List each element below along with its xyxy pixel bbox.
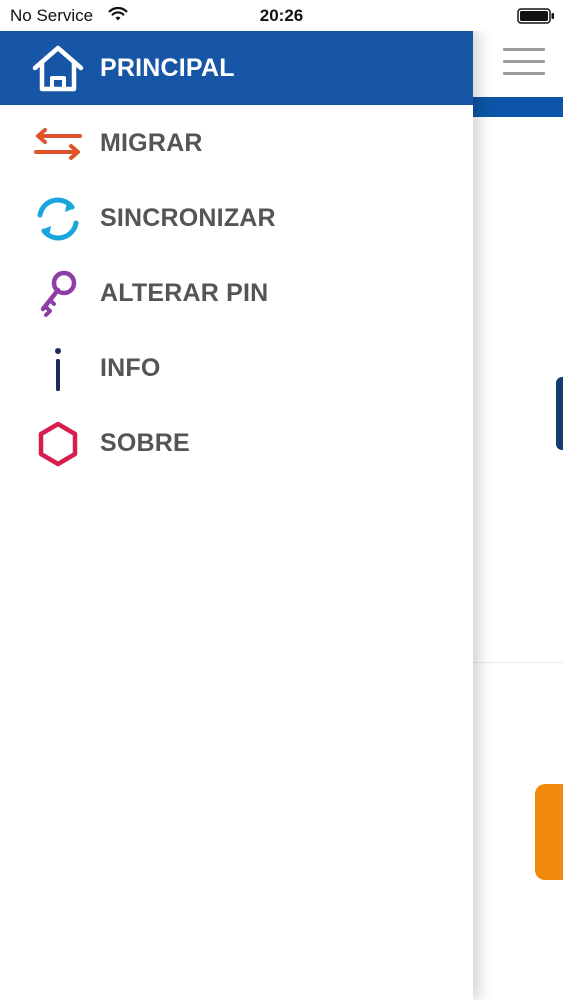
main-header-stripe xyxy=(473,97,563,117)
sync-icon xyxy=(30,194,86,244)
main-screen-background xyxy=(473,0,563,1000)
menu-item-info[interactable]: INFO xyxy=(0,331,473,405)
key-icon xyxy=(30,269,86,319)
main-side-tab[interactable] xyxy=(556,377,563,450)
menu-item-alterar-pin[interactable]: ALTERAR PIN xyxy=(0,256,473,330)
navigation-drawer: PRINCIPAL MIGRAR SINCRONIZAR ALTERAR PIN… xyxy=(0,31,473,1000)
swap-arrows-icon xyxy=(30,119,86,169)
menu-item-label: ALTERAR PIN xyxy=(100,279,269,307)
hexagon-icon xyxy=(30,419,86,469)
menu-item-label: SOBRE xyxy=(100,429,190,457)
menu-item-migrar[interactable]: MIGRAR xyxy=(0,106,473,180)
clock-time: 20:26 xyxy=(259,6,304,25)
home-icon xyxy=(30,44,86,94)
menu-item-sobre[interactable]: SOBRE xyxy=(0,406,473,480)
main-divider xyxy=(473,662,563,663)
battery-icon xyxy=(517,8,555,24)
menu-item-label: SINCRONIZAR xyxy=(100,204,276,232)
main-orange-button[interactable] xyxy=(535,784,563,880)
status-bar: No Service 20:26 xyxy=(0,0,563,31)
menu-item-label: PRINCIPAL xyxy=(100,54,235,82)
menu-item-sincronizar[interactable]: SINCRONIZAR xyxy=(0,181,473,255)
menu-item-principal[interactable]: PRINCIPAL xyxy=(0,31,473,105)
hamburger-menu-icon[interactable] xyxy=(503,46,547,78)
menu-item-label: INFO xyxy=(100,354,161,382)
info-icon xyxy=(30,344,86,394)
menu-item-label: MIGRAR xyxy=(100,129,203,157)
